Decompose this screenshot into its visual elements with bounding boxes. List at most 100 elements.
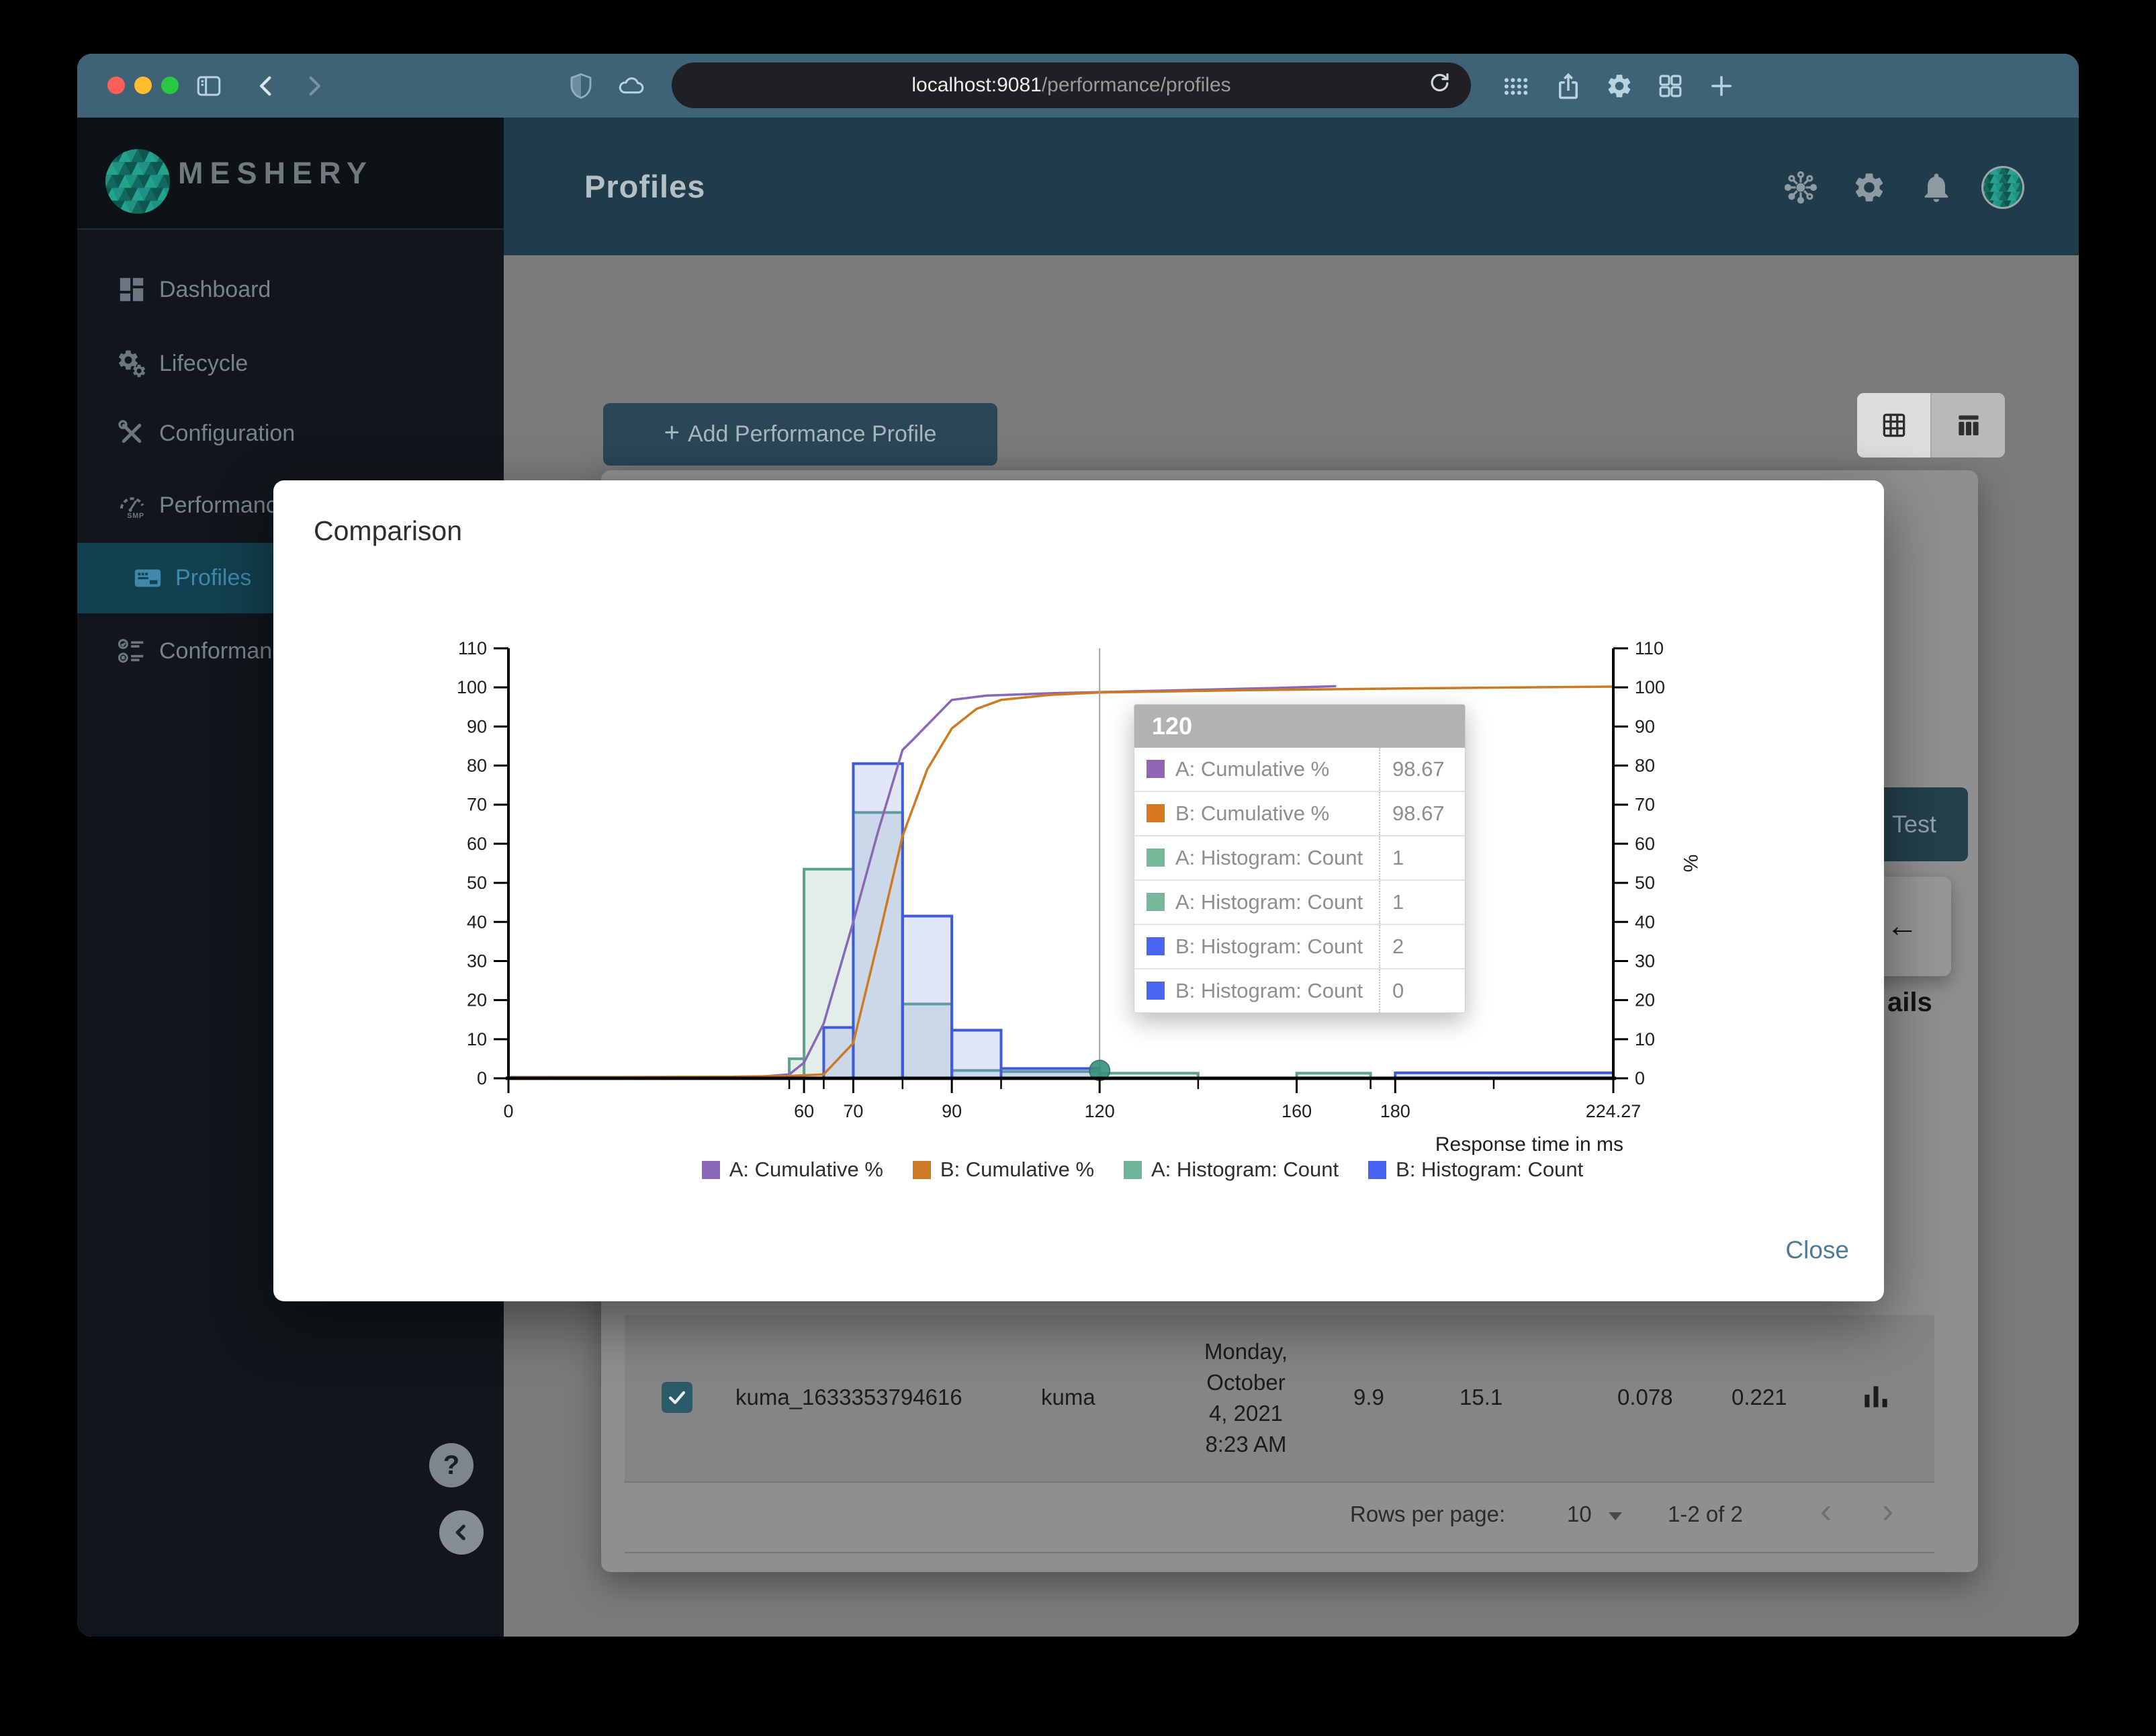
svg-text:20: 20 — [1635, 990, 1655, 1010]
tooltip-swatch — [1147, 760, 1165, 778]
svg-text:0: 0 — [1635, 1068, 1645, 1088]
sidebar-item-label: Performance — [159, 492, 290, 518]
hub-icon[interactable] — [1783, 170, 1818, 205]
share-icon[interactable] — [1552, 70, 1584, 102]
chart-tooltip: 120 A: Cumulative % 98.67 B: Cumulative % 9… — [1134, 704, 1466, 1013]
sidebar-item-configuration[interactable]: Configuration — [77, 400, 504, 467]
tooltip-label: A: Histogram: Count — [1175, 890, 1363, 914]
gear-icon[interactable] — [1852, 170, 1887, 205]
performance-icon: SMP — [116, 490, 147, 521]
prev-page-button[interactable]: ‹ — [1820, 1491, 1832, 1531]
add-performance-profile-button[interactable]: + Add Performance Profile — [603, 403, 997, 466]
tooltip-value: 98.67 — [1379, 792, 1465, 835]
legend-item[interactable]: B: Histogram: Count — [1368, 1158, 1583, 1182]
svg-text:224.27: 224.27 — [1586, 1101, 1642, 1121]
avatar[interactable] — [1981, 166, 2024, 209]
svg-text:90: 90 — [942, 1101, 962, 1121]
comparison-dialog: Comparison 0 0 10 10 20 20 30 30 40 40 50 50 60 60 70 7… — [273, 480, 1884, 1301]
table-row[interactable]: kuma_1633353794616 kuma Monday, October … — [625, 1315, 1934, 1483]
brand-bar: MESHERY — [77, 118, 504, 230]
grid-view-button[interactable] — [1857, 393, 1930, 458]
bar-chart-icon[interactable] — [1859, 1379, 1893, 1413]
row-date: Monday, October 4, 2021 8:23 AM — [1204, 1339, 1288, 1457]
next-page-button[interactable]: › — [1882, 1491, 1893, 1531]
new-tab-icon[interactable] — [1705, 70, 1738, 102]
row-duration: 15.1 — [1459, 1385, 1503, 1409]
svg-text:30: 30 — [467, 951, 487, 971]
back-arrow-icon[interactable]: ← — [1886, 908, 1918, 945]
legend-swatch — [912, 1160, 931, 1179]
brand-wordmark: MESHERY — [178, 155, 373, 190]
pagination-range: 1-2 of 2 — [1668, 1502, 1743, 1526]
row-name: kuma_1633353794616 — [735, 1385, 962, 1409]
chart-legend: A: Cumulative % B: Cumulative % A: Histogr… — [337, 1158, 1948, 1182]
forward-icon[interactable] — [298, 70, 330, 102]
tooltip-swatch — [1147, 937, 1165, 955]
x-axis-ticks: 0 60 70 90 120 160 180 224.27 — [503, 1078, 1641, 1121]
tooltip-row: A: Histogram: Count 1 — [1134, 836, 1465, 881]
tooltip-label: A: Cumulative % — [1175, 757, 1330, 781]
lifecycle-icon — [116, 348, 147, 379]
browser-toolbar: localhost:9081/performance/profiles — [77, 54, 2079, 118]
svg-text:20: 20 — [467, 990, 487, 1010]
svg-text:0: 0 — [477, 1068, 487, 1088]
chevron-left-icon — [455, 1524, 465, 1540]
shield-icon[interactable] — [565, 70, 597, 102]
sidebar-item-label: Dashboard — [159, 276, 271, 302]
tooltip-value: 1 — [1379, 836, 1465, 879]
rows-per-page-select[interactable]: 10 — [1567, 1502, 1592, 1527]
svg-text:110: 110 — [1635, 638, 1664, 658]
table-view-button[interactable] — [1930, 393, 2005, 458]
tooltip-row: B: Histogram: Count 0 — [1134, 969, 1465, 1012]
legend-item[interactable]: A: Histogram: Count — [1124, 1158, 1339, 1182]
tooltip-swatch — [1147, 849, 1165, 867]
sidebar-toggle-icon[interactable] — [193, 70, 225, 102]
tooltip-row: A: Cumulative % 98.67 — [1134, 748, 1465, 792]
tooltip-value: 0 — [1379, 969, 1465, 1012]
url-path: /performance/profiles — [1041, 74, 1231, 96]
row-checkbox[interactable] — [662, 1382, 692, 1413]
svg-text:180: 180 — [1380, 1101, 1410, 1121]
cloud-icon[interactable] — [615, 70, 647, 102]
view-toggle — [1857, 393, 2005, 458]
svg-text:100: 100 — [457, 677, 487, 697]
collapse-sidebar-button[interactable] — [439, 1510, 484, 1555]
help-button[interactable]: ? — [429, 1443, 474, 1487]
gear-icon[interactable] — [1603, 70, 1635, 102]
svg-text:60: 60 — [467, 834, 487, 854]
sidebar-item-lifecycle[interactable]: Lifecycle — [77, 330, 504, 397]
svg-text:0: 0 — [503, 1101, 513, 1121]
sidebar-item-label: Configuration — [159, 420, 296, 446]
grid-dots-icon[interactable] — [1500, 70, 1532, 102]
legend-item[interactable]: B: Cumulative % — [912, 1158, 1094, 1182]
test-button-label: Test — [1891, 810, 1937, 838]
tooltip-label: B: Cumulative % — [1175, 801, 1330, 825]
tooltip-value: 1 — [1379, 881, 1465, 924]
tooltip-label: B: Histogram: Count — [1175, 935, 1363, 958]
meshery-logo-icon[interactable] — [105, 149, 170, 214]
tab-overview-icon[interactable] — [1654, 70, 1687, 102]
close-window-button[interactable] — [107, 77, 125, 94]
back-icon[interactable] — [251, 70, 283, 102]
sidebar-item-dashboard[interactable]: Dashboard — [77, 256, 504, 323]
svg-text:30: 30 — [1635, 951, 1655, 971]
bell-icon[interactable] — [1919, 170, 1954, 205]
reload-icon[interactable] — [1427, 71, 1456, 100]
row-qps: 9.9 — [1353, 1385, 1384, 1409]
svg-text:110: 110 — [458, 638, 487, 658]
svg-text:120: 120 — [1085, 1101, 1115, 1121]
tooltip-row: B: Cumulative % 98.67 — [1134, 792, 1465, 836]
pagination: Rows per page: 10 1-2 of 2 ‹ › — [625, 1481, 1934, 1553]
caret-down-icon[interactable] — [1609, 1512, 1622, 1520]
zoom-window-button[interactable] — [161, 77, 179, 94]
legend-label: A: Cumulative % — [729, 1158, 883, 1181]
close-button[interactable]: Close — [1785, 1236, 1849, 1264]
svg-text:70: 70 — [467, 795, 487, 815]
minimize-window-button[interactable] — [134, 77, 152, 94]
svg-text:160: 160 — [1282, 1101, 1312, 1121]
tooltip-value: 2 — [1379, 925, 1465, 968]
url-bar[interactable]: localhost:9081/performance/profiles — [672, 62, 1471, 108]
legend-item[interactable]: A: Cumulative % — [701, 1158, 883, 1182]
svg-text:70: 70 — [1635, 795, 1655, 815]
tooltip-row: B: Histogram: Count 2 — [1134, 925, 1465, 969]
